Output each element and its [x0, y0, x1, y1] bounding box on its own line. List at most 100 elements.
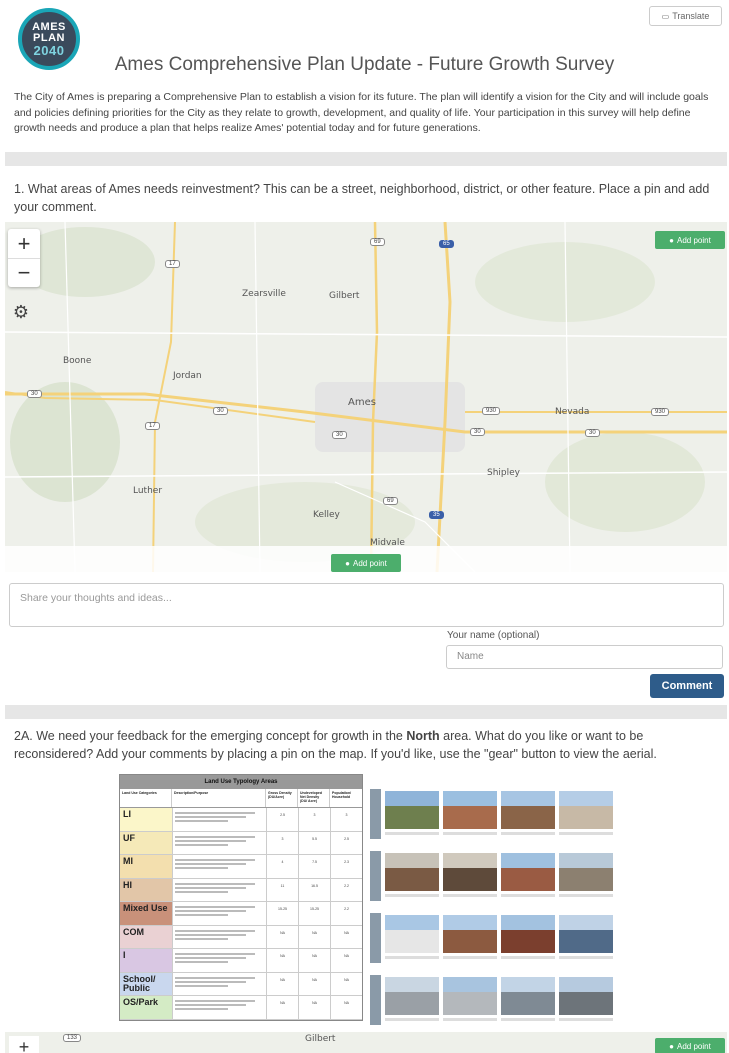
typology-value: 3	[298, 808, 330, 831]
map-pin-icon: ●	[345, 558, 351, 568]
question-2a-text: 2A. We need your feedback for the emergi…	[14, 729, 657, 761]
typology-value: NA	[298, 972, 330, 995]
map-zoom-control: + −	[8, 229, 40, 287]
typology-row: I NA NA NA	[120, 949, 362, 973]
add-point-button-top[interactable]: ● Add point	[655, 231, 725, 249]
place-label: Zearsville	[242, 289, 286, 299]
typology-description	[172, 831, 266, 854]
building-photo	[559, 791, 613, 835]
place-label: Gilbert	[305, 1034, 336, 1044]
typology-value: 7.5	[298, 855, 330, 878]
typology-description	[172, 902, 266, 925]
zoom-in-button[interactable]: +	[8, 229, 40, 258]
building-photo	[559, 915, 613, 959]
building-photo	[385, 977, 439, 1021]
translate-button[interactable]: ▭ Translate	[649, 6, 722, 26]
typology-value: NA	[298, 996, 330, 1019]
place-label: Gilbert	[329, 291, 360, 301]
typology-value: NA	[266, 949, 298, 972]
typology-code: OS/Park	[120, 996, 172, 1019]
place-label: Ames	[348, 397, 376, 408]
place-label: Shipley	[487, 468, 520, 478]
building-photo	[443, 791, 497, 835]
place-label: Boone	[63, 356, 92, 366]
typology-row: MI 4 7.5 2.3	[120, 855, 362, 879]
typology-description	[172, 878, 266, 901]
map-question-2a[interactable]: 133 Gilbert + ● Add point	[5, 1032, 727, 1053]
route-shield: 69	[370, 238, 385, 246]
section-divider	[5, 152, 727, 166]
typology-header: Land Use Categories Description/Purpose …	[120, 789, 362, 808]
route-shield: 30	[27, 390, 42, 398]
building-photo	[385, 853, 439, 897]
typology-value: 11	[266, 878, 298, 901]
typology-code: Mixed Use	[120, 902, 172, 925]
photo-row-label	[370, 913, 381, 963]
typology-value: 15-25	[266, 902, 298, 925]
typology-row: COM NA NA NA	[120, 925, 362, 949]
add-point-button[interactable]: ● Add point	[331, 554, 401, 572]
typology-code: School/ Public	[120, 972, 172, 995]
typology-code: HI	[120, 878, 172, 901]
typology-description	[172, 972, 266, 995]
typology-row: LI 2.5 3 3	[120, 808, 362, 832]
map-pin-icon: ●	[669, 235, 675, 245]
typology-value: 2.2	[330, 902, 362, 925]
typology-value: 2.3	[330, 855, 362, 878]
translate-icon: ▭	[661, 11, 670, 21]
add-point-button[interactable]: ● Add point	[655, 1038, 725, 1053]
route-shield: 30	[585, 429, 600, 437]
place-label: Nevada	[555, 407, 590, 417]
typology-value: 4	[266, 855, 298, 878]
route-shield: 17	[145, 422, 160, 430]
map-question-1[interactable]: Zearsville Gilbert Boone Jordan Ames Nev…	[5, 222, 727, 572]
section-divider	[5, 705, 727, 719]
photo-row-label	[370, 975, 381, 1025]
gear-icon[interactable]: ⚙	[10, 301, 32, 323]
typology-value: NA	[298, 925, 330, 948]
typology-value: 2.2	[330, 878, 362, 901]
map-pin-icon: ●	[669, 1041, 675, 1051]
name-input[interactable]: Name	[446, 645, 723, 669]
typology-description	[172, 808, 266, 831]
zoom-in-button[interactable]: +	[9, 1036, 39, 1053]
place-label: Jordan	[173, 371, 202, 381]
name-label: Your name (optional)	[447, 630, 540, 641]
route-shield: 35	[429, 511, 444, 519]
comment-textarea[interactable]: Share your thoughts and ideas...	[9, 583, 724, 627]
typology-value: NA	[330, 996, 362, 1019]
route-shield: 30	[470, 428, 485, 436]
typology-row: HI 11 16.5 2.2	[120, 878, 362, 902]
typology-value: 3	[330, 808, 362, 831]
typology-value: NA	[266, 972, 298, 995]
typology-title: Land Use Typology Areas	[120, 775, 362, 789]
typology-row: UF 3 5.5 2.5	[120, 831, 362, 855]
typology-description	[172, 925, 266, 948]
zoom-out-button[interactable]: −	[8, 258, 40, 287]
building-photo	[385, 791, 439, 835]
typology-value: 2.5	[266, 808, 298, 831]
building-photo	[501, 915, 555, 959]
typology-value: NA	[330, 925, 362, 948]
typology-row: OS/Park NA NA NA	[120, 996, 362, 1020]
photo-row-label	[370, 789, 381, 839]
typology-value: NA	[266, 925, 298, 948]
building-photo	[559, 977, 613, 1021]
typology-code: UF	[120, 831, 172, 854]
photo-row-label	[370, 851, 381, 901]
typology-row: School/ Public NA NA NA	[120, 972, 362, 996]
comment-button[interactable]: Comment	[650, 674, 724, 698]
typology-value: 5.5	[298, 831, 330, 854]
route-shield: 17	[165, 260, 180, 268]
typology-code: LI	[120, 808, 172, 831]
building-photo	[559, 853, 613, 897]
typology-code: COM	[120, 925, 172, 948]
question-1-text: 1. What areas of Ames needs reinvestment…	[14, 182, 710, 214]
place-label: Luther	[133, 486, 163, 496]
route-shield: 30	[332, 431, 347, 439]
route-shield: 133	[63, 1034, 82, 1042]
typology-value: 2.5	[330, 831, 362, 854]
typology-value: NA	[266, 996, 298, 1019]
intro-text: The City of Ames is preparing a Comprehe…	[14, 91, 709, 134]
typology-value: 3	[266, 831, 298, 854]
